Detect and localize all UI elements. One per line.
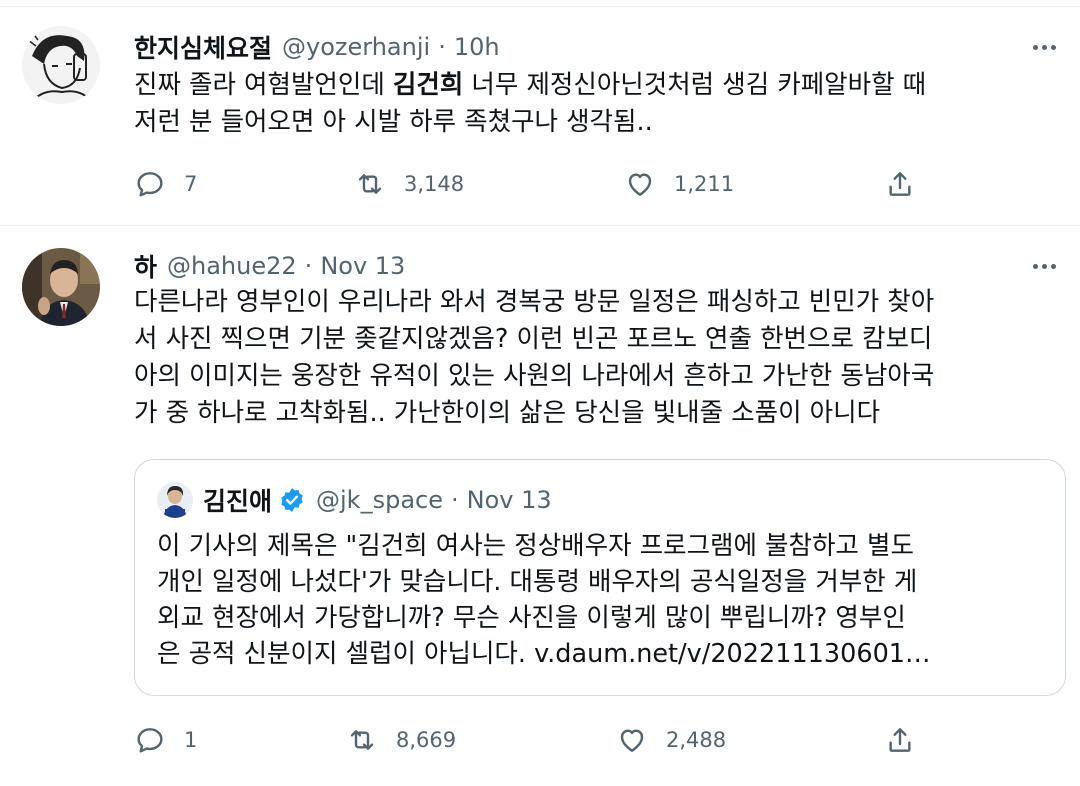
like-button[interactable]: 1,211 — [624, 164, 734, 204]
share-icon — [889, 728, 911, 752]
share-button[interactable] — [884, 720, 916, 760]
tweet-text-line: 다른나라 영부인이 우리나라 와서 경복궁 방문 일정은 패싱하고 빈민가 찾아 — [134, 287, 935, 317]
user-handle[interactable]: @yozerhanji — [282, 33, 430, 61]
text-segment: 너무 제정신아닌것처럼 생김 카페알바할 때 — [463, 70, 927, 100]
tweet-header: 하 @hahue22 · Nov 13 — [134, 248, 405, 284]
retweet-icon — [358, 174, 382, 194]
quoted-avatar[interactable] — [157, 482, 193, 518]
quoted-text-line: 개인 일정에 나섰다'가 맞습니다. 대통령 배우자의 공식일정을 거부한 게 — [157, 567, 918, 597]
reply-button[interactable]: 7 — [134, 164, 197, 204]
timestamp[interactable]: 10h — [454, 33, 500, 61]
action-bar: 7 3,148 1,211 — [134, 164, 934, 204]
text-segment: 진짜 졸라 여혐발언인데 — [134, 70, 393, 100]
tweet-1[interactable]: 한지심체요절 @yozerhanji · 10h 진짜 졸라 여혐발언인데 김건… — [0, 0, 1080, 226]
retweet-button[interactable]: 3,148 — [354, 164, 464, 204]
like-count: 1,211 — [674, 172, 735, 196]
like-button[interactable]: 2,488 — [616, 720, 726, 760]
display-name[interactable]: 하 — [134, 248, 157, 284]
more-button[interactable] — [1024, 248, 1064, 284]
tweet-text: 다른나라 영부인이 우리나라 와서 경복궁 방문 일정은 패싱하고 빈민가 찾아… — [134, 284, 1064, 432]
quoted-timestamp[interactable]: Nov 13 — [467, 486, 552, 514]
more-icon — [1032, 44, 1038, 50]
tweet-text-line: 저런 분 들어오면 아 시발 하루 족쳤구나 생각됨.. — [134, 107, 653, 137]
quoted-tweet-header: 김진애 @jk_space · Nov 13 — [157, 482, 552, 518]
highlighted-term: 김건희 — [392, 70, 464, 100]
like-icon — [620, 729, 644, 752]
more-button[interactable] — [1024, 29, 1064, 65]
verified-badge-icon — [281, 488, 303, 512]
like-count: 2,488 — [666, 728, 727, 752]
tweet-2[interactable]: 하 @hahue22 · Nov 13 다른나라 영부인이 우리나라 와서 경복… — [0, 226, 1080, 786]
quoted-text-line: 외교 현장에서 가당합니까? 무슨 사진을 이렇게 많이 뿌립니까? 영부인 — [157, 603, 906, 633]
quoted-text-line: 은 공적 신분이지 셀럽이 아닙니다. v.daum.net/v/2022111… — [157, 639, 931, 669]
quoted-user-handle[interactable]: @jk_space — [316, 486, 443, 514]
retweet-count: 3,148 — [404, 172, 465, 196]
like-icon — [628, 173, 652, 196]
retweet-icon — [350, 730, 374, 750]
tweet-text-line: 서 사진 찍으면 기분 좆같지않겠음? 이런 빈곤 포르노 연출 한번으로 캄보… — [134, 324, 933, 354]
quoted-tweet[interactable]: 김진애 @jk_space · Nov 13 이 기사의 제목은 "김건희 여사… — [134, 459, 1066, 696]
timestamp[interactable]: Nov 13 — [320, 252, 405, 280]
separator: · — [438, 33, 446, 61]
reply-icon — [137, 172, 163, 197]
tweet-text-line: 아의 이미지는 웅장한 유적이 있는 사원의 나라에서 흔하고 가난한 동남아국 — [134, 361, 935, 391]
tweet-text-line: 가 중 하나로 고착화됨.. 가난한이의 삶은 당신을 빛내줄 소품이 아니다 — [134, 398, 881, 428]
retweet-count: 8,669 — [396, 728, 457, 752]
tweet-text-line: 진짜 졸라 여혐발언인데 김건희 너무 제정신아닌것처럼 생김 카페알바할 때 — [134, 67, 1064, 104]
reply-icon — [137, 728, 163, 753]
reply-button[interactable]: 1 — [134, 720, 197, 760]
action-bar: 1 8,669 2,488 — [134, 720, 934, 760]
separator: · — [451, 486, 459, 514]
tweet-text: 진짜 졸라 여혐발언인데 김건희 너무 제정신아닌것처럼 생김 카페알바할 때 … — [134, 67, 1064, 141]
user-handle[interactable]: @hahue22 — [167, 252, 297, 280]
avatar[interactable] — [22, 248, 100, 326]
quoted-tweet-text: 이 기사의 제목은 "김건희 여사는 정상배우자 프로그램에 불참하고 별도 개… — [157, 528, 1057, 672]
share-button[interactable] — [884, 164, 916, 204]
display-name[interactable]: 한지심체요절 — [134, 29, 272, 65]
avatar[interactable] — [22, 26, 100, 104]
separator: · — [304, 252, 313, 280]
share-icon — [889, 172, 911, 196]
retweet-button[interactable]: 8,669 — [346, 720, 456, 760]
quoted-text-line: 이 기사의 제목은 "김건희 여사는 정상배우자 프로그램에 불참하고 별도 — [157, 531, 914, 561]
reply-count: 7 — [184, 172, 198, 196]
reply-count: 1 — [184, 728, 198, 752]
more-icon — [1032, 263, 1038, 269]
quoted-display-name[interactable]: 김진애 — [203, 482, 272, 518]
tweet-header: 한지심체요절 @yozerhanji · 10h — [134, 29, 500, 65]
